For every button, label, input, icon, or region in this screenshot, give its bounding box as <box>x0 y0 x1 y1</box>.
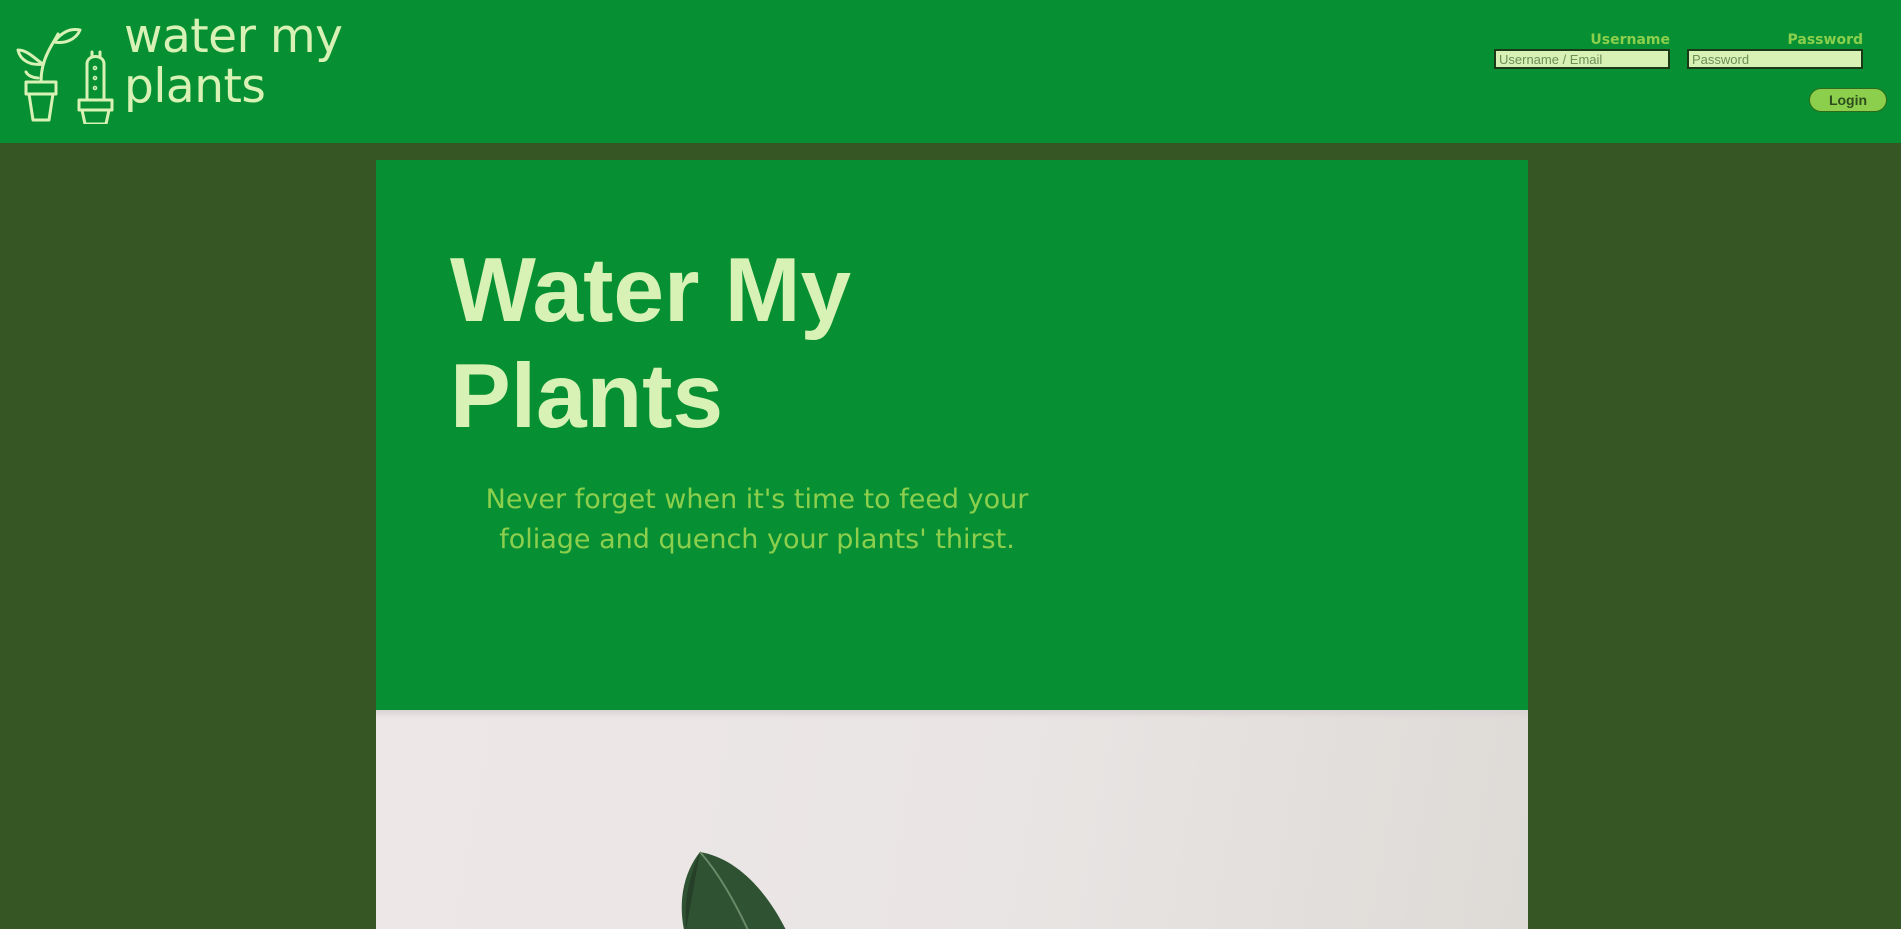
logo-line-2: plants <box>124 59 266 114</box>
main-content: Water My Plants Never forget when it's t… <box>376 160 1528 929</box>
username-label: Username <box>1590 32 1670 48</box>
logo-wordmark: water my plants <box>124 9 343 114</box>
hero-section: Water My Plants Never forget when it's t… <box>376 160 1528 710</box>
username-field-group: Username <box>1494 31 1670 69</box>
hero-plant-photo <box>376 710 1528 929</box>
password-label: Password <box>1787 32 1863 48</box>
hero-subtitle: Never forget when it's time to feed your… <box>485 484 1029 555</box>
password-input[interactable] <box>1687 49 1863 69</box>
username-input[interactable] <box>1494 49 1670 69</box>
hero-title: Water My Plants <box>450 240 852 447</box>
password-field-group: Password <box>1687 31 1863 69</box>
potted-plants-icon <box>16 28 114 124</box>
leaf-image <box>681 851 786 929</box>
login-form: Username Password Login <box>1494 31 1887 117</box>
site-header: water my plants Username Password Login <box>0 0 1901 143</box>
photo-shadow <box>376 710 1528 718</box>
site-logo[interactable]: water my plants <box>14 12 344 126</box>
logo-line-1: water my <box>124 9 343 64</box>
login-button[interactable]: Login <box>1809 88 1887 112</box>
